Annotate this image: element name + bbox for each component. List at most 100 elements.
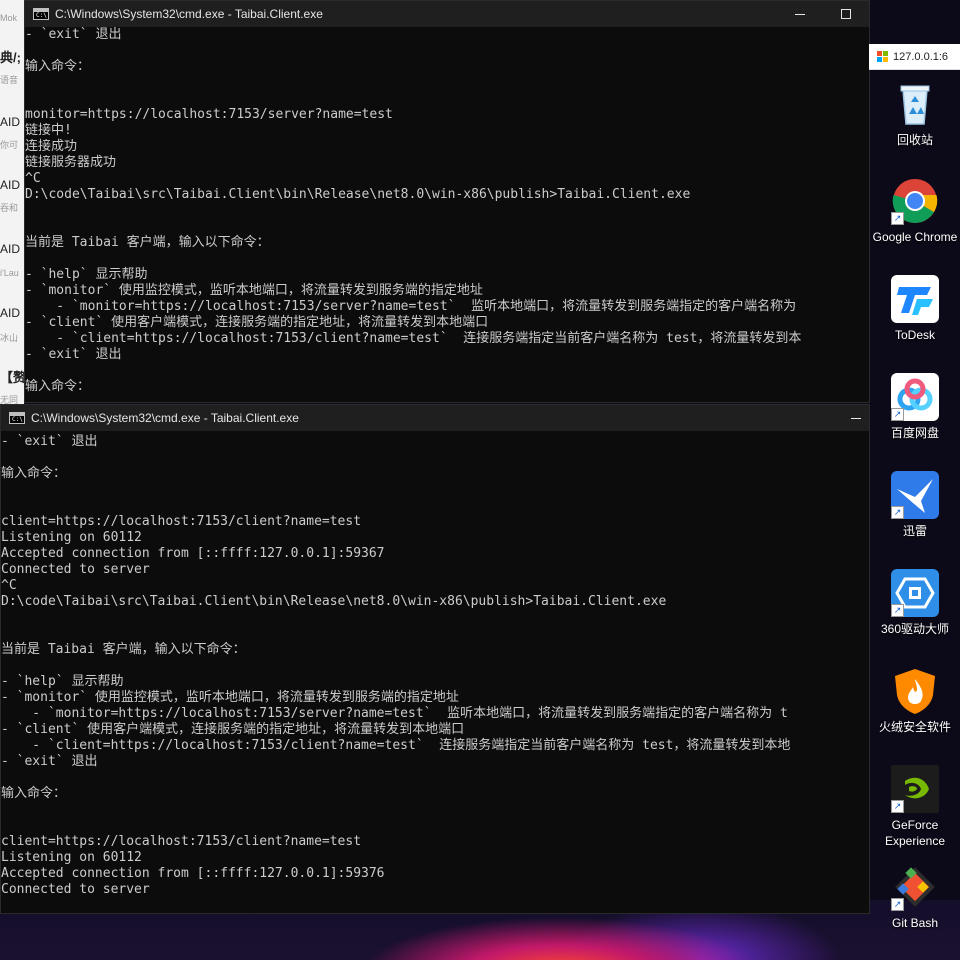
minimize-icon [795, 13, 805, 15]
desktop-icon-label: 回收站 [896, 133, 933, 147]
browser-tab[interactable]: 127.0.0.1:6 [869, 44, 960, 70]
huorong-shield-icon [891, 667, 939, 715]
desktop-icon-huorong[interactable]: 火绒安全软件 [870, 667, 960, 735]
console-line: - `exit` 退出 [1, 754, 98, 769]
console-line: Accepted connection from [::ffff:127.0.0… [1, 866, 385, 881]
desktop-icon-label: 360驱动大师 [880, 622, 950, 636]
geforce-icon: ↗ [891, 765, 939, 813]
console-line: - `exit` 退出 [25, 347, 122, 362]
console-line: - `client` 使用客户端模式，连接服务端的指定地址，将流量转发到本地端口 [1, 722, 465, 737]
desktop-icon-label: 百度网盘 [890, 426, 939, 440]
minimize-button[interactable] [777, 1, 823, 27]
desktop-icon-baidu-netdisk[interactable]: ↗ 百度网盘 [870, 373, 960, 441]
desktop-icon-label: Git Bash [891, 916, 939, 930]
browser-tab-title: 127.0.0.1:6 [893, 50, 949, 63]
desktop-icon-360-driver[interactable]: ↗ 360驱动大师 [870, 569, 960, 637]
console-line: - `monitor=https://localhost:7153/server… [1, 706, 788, 721]
console-line: 输入命令： [1, 466, 67, 481]
console-line: 当前是 Taibai 客户端，输入以下命令： [1, 642, 246, 657]
console-line: - `help` 显示帮助 [1, 674, 124, 689]
console-line: - `client` 使用客户端模式，连接服务端的指定地址，将流量转发到本地端口 [25, 315, 489, 330]
desktop-icons: 回收站 ↗ Google Chrome ToDesk ↗ 百度网盘 ↗ 迅雷 ↗… [870, 70, 960, 960]
window-title: C:\Windows\System32\cmd.exe - Taibai.Cli… [55, 7, 323, 21]
recycle-bin-icon [891, 80, 939, 128]
windows-logo-icon [877, 50, 889, 63]
console-line: ^C [25, 171, 41, 186]
console-line: monitor=https://localhost:7153/server?na… [25, 107, 393, 122]
todesk-icon [891, 275, 939, 323]
console-line: - `monitor` 使用监控模式，监听本地端口，将流量转发到服务端的指定地址 [25, 283, 483, 298]
console-line: ^C [1, 578, 17, 593]
console-line: 连接成功 [25, 139, 78, 154]
console-output[interactable]: - `exit` 退出 输入命令： client=https://localhost… [1, 434, 869, 913]
cmd-icon: C:\ [9, 412, 25, 424]
maximize-button[interactable] [823, 1, 869, 27]
console-line: - `client=https://localhost:7153/client?… [1, 738, 791, 753]
shortcut-arrow-icon: ↗ [891, 604, 904, 617]
console-line: client=https://localhost:7153/client?nam… [1, 514, 362, 529]
console-line: D:\code\Taibai\src\Taibai.Client\bin\Rel… [25, 187, 691, 202]
bg-app-text: AID [0, 115, 21, 129]
shortcut-arrow-icon: ↗ [891, 898, 904, 911]
bg-app-text: 【赘 [0, 370, 24, 385]
minimize-button[interactable] [843, 405, 869, 431]
desktop-icon-label: 迅雷 [902, 524, 927, 538]
bg-app-text: 典/; [0, 50, 21, 65]
desktop-icon-label: 火绒安全软件 [878, 720, 951, 734]
bg-app-text: AID [0, 242, 21, 256]
bg-app-text: i'Lau [0, 268, 19, 278]
desktop-icon-xunlei[interactable]: ↗ 迅雷 [870, 471, 960, 539]
console-line: client=https://localhost:7153/client?nam… [1, 834, 362, 849]
title-bar[interactable]: C:\ C:\Windows\System32\cmd.exe - Taibai… [1, 405, 869, 431]
console-line: - `help` 显示帮助 [25, 267, 148, 282]
console-line: Connected to server [1, 882, 150, 897]
console-line: - `client=https://localhost:7153/client?… [25, 331, 802, 346]
minimize-icon [851, 417, 861, 419]
background-app-window[interactable]: Mok 典/; 语音 AID 你可 AID 吞和 AID i'Lau AID 冰… [0, 0, 24, 420]
bg-app-text: AID [0, 178, 21, 192]
bg-app-text: 吞和 [0, 203, 19, 213]
desktop-icon-todesk[interactable]: ToDesk [870, 275, 960, 343]
console-line: Accepted connection from [::ffff:127.0.0… [1, 546, 385, 561]
git-bash-icon: ↗ [891, 863, 939, 911]
cmd-window-bottom[interactable]: C:\ C:\Windows\System32\cmd.exe - Taibai… [0, 404, 870, 914]
bg-app-text: Mok [0, 13, 18, 23]
window-title: C:\Windows\System32\cmd.exe - Taibai.Cli… [31, 411, 299, 425]
console-line: 输入命令： [25, 59, 91, 74]
console-line: - `exit` 退出 [1, 434, 98, 449]
desktop-icon-google-chrome[interactable]: ↗ Google Chrome [870, 177, 960, 245]
console-line: 输入命令： [1, 786, 67, 801]
cmd-window-top[interactable]: C:\ C:\Windows\System32\cmd.exe - Taibai… [24, 0, 870, 403]
bg-app-text: 语音 [0, 75, 19, 85]
baidu-netdisk-icon: ↗ [891, 373, 939, 421]
console-line: 当前是 Taibai 客户端，输入以下命令： [25, 235, 270, 250]
console-line: Listening on 60112 [1, 850, 142, 865]
bg-app-text: 冰山 [0, 333, 19, 343]
desktop-icon-git-bash[interactable]: ↗ Git Bash [870, 863, 960, 931]
console-line: - `monitor` 使用监控模式，监听本地端口，将流量转发到服务端的指定地址 [1, 690, 459, 705]
maximize-icon [841, 9, 851, 19]
shortcut-arrow-icon: ↗ [891, 506, 904, 519]
cmd-icon: C:\ [33, 8, 49, 20]
bg-app-text: AID [0, 306, 21, 320]
console-line: Listening on 60112 [1, 530, 142, 545]
desktop-icon-geforce[interactable]: ↗ GeForce Experience [870, 765, 960, 849]
console-line: 链接中! [25, 123, 72, 138]
console-output[interactable]: - `exit` 退出 输入命令： monitor=https://localhos… [25, 27, 869, 402]
console-line: Connected to server [1, 562, 150, 577]
title-bar[interactable]: C:\ C:\Windows\System32\cmd.exe - Taibai… [25, 1, 869, 27]
console-line: D:\code\Taibai\src\Taibai.Client\bin\Rel… [1, 594, 667, 609]
desktop-icon-recycle-bin[interactable]: 回收站 [870, 80, 960, 148]
